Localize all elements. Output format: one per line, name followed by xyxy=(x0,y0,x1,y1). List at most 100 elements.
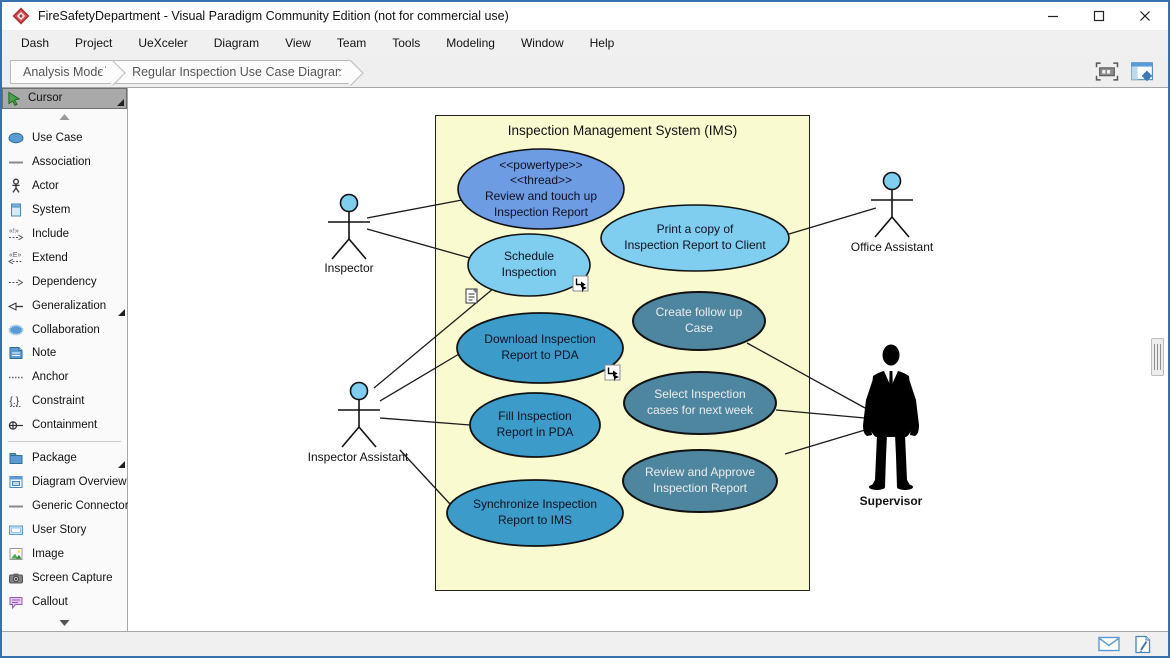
app-window: FireSafetyDepartment - Visual Paradigm C… xyxy=(0,0,1170,658)
menu-window[interactable]: Window xyxy=(508,32,577,54)
svg-text:{.}: {.} xyxy=(10,396,20,407)
use-case-review-approve[interactable] xyxy=(623,450,777,512)
association-assistant-fill[interactable] xyxy=(380,418,470,425)
tool-dependency[interactable]: Dependency xyxy=(2,270,127,294)
tool-system[interactable]: System xyxy=(2,198,127,222)
use-case-select-cases[interactable] xyxy=(624,372,776,434)
tool-generic-connector[interactable]: Generic Connector xyxy=(2,494,127,518)
use-case-fill-report[interactable] xyxy=(470,393,600,457)
close-button[interactable] xyxy=(1122,2,1168,30)
containment-icon xyxy=(8,417,24,433)
include-icon: «!» xyxy=(8,226,24,242)
svg-text:«!»: «!» xyxy=(9,228,19,235)
anchor-icon xyxy=(8,369,24,385)
use-case-icon xyxy=(8,130,24,146)
association-approve-supervisor[interactable] xyxy=(785,430,865,454)
user-story-icon xyxy=(8,522,24,538)
association-assistant-download[interactable] xyxy=(380,354,459,401)
menu-diagram[interactable]: Diagram xyxy=(201,32,272,54)
use-case-download-report[interactable] xyxy=(457,313,623,383)
subdiagram-indicator-download-icon[interactable] xyxy=(605,365,620,382)
use-case-schedule-inspection[interactable] xyxy=(468,234,590,296)
tool-user-story[interactable]: User Story xyxy=(2,518,127,542)
tool-callout[interactable]: Callout xyxy=(2,590,127,614)
generalization-icon xyxy=(8,298,24,314)
edit-document-icon[interactable] xyxy=(1134,635,1152,654)
svg-text:«E»: «E» xyxy=(9,252,22,259)
title-bar: FireSafetyDepartment - Visual Paradigm C… xyxy=(2,2,1168,30)
subdiagram-indicator-schedule-icon[interactable] xyxy=(573,276,588,293)
cursor-icon xyxy=(7,91,22,106)
triangle-down-icon xyxy=(59,619,70,627)
breadcrumb-analysis-model[interactable]: Analysis Model xyxy=(10,60,113,84)
menu-modeling[interactable]: Modeling xyxy=(433,32,508,54)
menu-tools[interactable]: Tools xyxy=(379,32,433,54)
dependency-icon xyxy=(8,274,24,290)
triangle-up-icon xyxy=(59,113,70,121)
tool-collaboration[interactable]: Collaboration xyxy=(2,318,127,342)
tool-note[interactable]: Note xyxy=(2,342,127,366)
toolbox-separator xyxy=(8,441,121,442)
package-icon xyxy=(8,450,24,466)
tool-anchor[interactable]: Anchor xyxy=(2,365,127,389)
maximize-button[interactable] xyxy=(1076,2,1122,30)
use-case-review-touch-up[interactable] xyxy=(458,149,624,229)
note-icon xyxy=(8,345,24,361)
association-icon xyxy=(8,154,24,170)
message-envelope-icon[interactable] xyxy=(1098,636,1120,652)
collaboration-icon xyxy=(8,322,24,338)
visual-paradigm-logo-icon xyxy=(12,7,30,25)
menu-project[interactable]: Project xyxy=(62,32,125,54)
generic-connector-icon xyxy=(8,498,24,514)
diagram-toolbox: Cursor Use Case Association Actor System xyxy=(2,88,128,631)
association-assistant-sync[interactable] xyxy=(400,450,450,504)
tool-cursor[interactable]: Cursor xyxy=(2,88,127,109)
actor-inspector-assistant-figure[interactable] xyxy=(338,383,380,448)
tool-diagram-overview[interactable]: Diagram Overview xyxy=(2,470,127,494)
fit-to-window-icon[interactable] xyxy=(1094,61,1120,82)
callout-icon xyxy=(8,594,24,610)
breadcrumb-diagram-name[interactable]: Regular Inspection Use Case Diagram xyxy=(113,60,351,84)
association-select-supervisor[interactable] xyxy=(776,410,865,418)
use-case-create-follow-up[interactable] xyxy=(633,292,765,350)
tool-association[interactable]: Association xyxy=(2,150,127,174)
menu-team[interactable]: Team xyxy=(324,32,379,54)
actor-inspector-figure[interactable] xyxy=(328,195,370,260)
diagram-overview-icon xyxy=(8,474,24,490)
menu-help[interactable]: Help xyxy=(577,32,628,54)
extend-icon: «E» xyxy=(8,250,24,266)
use-case-synchronize-report[interactable] xyxy=(447,480,623,546)
tool-image[interactable]: Image xyxy=(2,542,127,566)
diagram-canvas[interactable]: Inspection Management System (IMS) xyxy=(128,88,1168,631)
tool-actor[interactable]: Actor xyxy=(2,174,127,198)
menu-dash[interactable]: Dash xyxy=(8,32,62,54)
tool-containment[interactable]: Containment xyxy=(2,413,127,437)
documentation-indicator-icon[interactable] xyxy=(466,289,477,303)
tool-include[interactable]: «!» Include xyxy=(2,222,127,246)
system-icon xyxy=(8,202,24,218)
breadcrumb: Analysis Model Regular Inspection Use Ca… xyxy=(2,56,1168,88)
actor-supervisor-figure[interactable] xyxy=(863,345,919,491)
association-print-office-assistant[interactable] xyxy=(789,208,876,234)
menu-bar: Dash Project UeXceler Diagram View Team … xyxy=(2,30,1168,56)
toolbox-scroll-up[interactable] xyxy=(2,109,127,126)
actor-icon xyxy=(8,178,24,194)
tool-use-case[interactable]: Use Case xyxy=(2,126,127,150)
use-case-print-copy[interactable] xyxy=(601,205,789,271)
actor-office-assistant-figure[interactable] xyxy=(871,173,913,238)
menu-uexceler[interactable]: UeXceler xyxy=(125,32,200,54)
status-bar xyxy=(2,631,1168,656)
tool-constraint[interactable]: {.} Constraint xyxy=(2,389,127,413)
association-inspector-review[interactable] xyxy=(367,200,462,218)
toolbox-scroll-down[interactable] xyxy=(2,614,127,631)
minimize-button[interactable] xyxy=(1030,2,1076,30)
tool-package[interactable]: Package xyxy=(2,446,127,470)
tool-extend[interactable]: «E» Extend xyxy=(2,246,127,270)
tool-generalization[interactable]: Generalization xyxy=(2,294,127,318)
collapsed-panel-grip[interactable] xyxy=(1151,338,1164,376)
panel-layout-icon[interactable] xyxy=(1130,61,1154,82)
image-icon xyxy=(8,546,24,562)
association-inspector-schedule[interactable] xyxy=(367,229,470,258)
menu-view[interactable]: View xyxy=(272,32,324,54)
tool-screen-capture[interactable]: Screen Capture xyxy=(2,566,127,590)
